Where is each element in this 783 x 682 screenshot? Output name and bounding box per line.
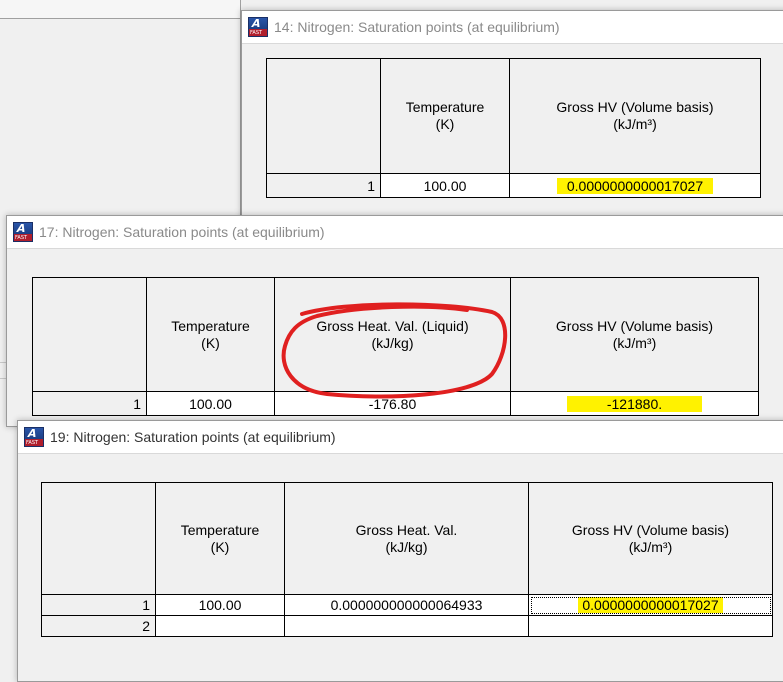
column-header-gross-hv-volume[interactable]: Gross HV (Volume basis) (kJ/m³) bbox=[528, 482, 773, 595]
column-header-line1: Gross Heat. Val. (Liquid) bbox=[316, 317, 469, 334]
row-number[interactable]: 1 bbox=[32, 391, 147, 416]
column-header-line2: (kJ/kg) bbox=[385, 538, 428, 555]
column-header-line1: Gross Heat. Val. bbox=[355, 521, 458, 538]
column-header-gross-heat-val[interactable]: Gross Heat. Val. (kJ/kg) bbox=[284, 482, 529, 595]
table-cell[interactable] bbox=[155, 615, 285, 637]
column-header-line1: Temperature bbox=[171, 317, 250, 334]
table-corner bbox=[32, 277, 147, 392]
column-header-line2: (K) bbox=[210, 538, 230, 555]
table-cell[interactable] bbox=[528, 615, 773, 637]
table-cell[interactable]: -121880. bbox=[510, 391, 759, 416]
table-cell[interactable]: 0.000000000000064933 bbox=[284, 594, 529, 616]
column-header-line2: (K) bbox=[435, 116, 455, 132]
column-header-line2: (kJ/m³) bbox=[612, 334, 657, 351]
column-header-gross-hv-volume[interactable]: Gross HV (Volume basis) (kJ/m³) bbox=[510, 277, 759, 392]
column-header-temperature[interactable]: Temperature (K) bbox=[155, 482, 285, 595]
row-number[interactable]: 1 bbox=[41, 594, 156, 616]
results-table: Temperature (K) Gross Heat. Val. (Liquid… bbox=[32, 277, 759, 416]
window-title: 17: Nitrogen: Saturation points (at equi… bbox=[39, 224, 325, 240]
column-header-line1: Gross HV (Volume basis) bbox=[556, 99, 714, 115]
table-corner bbox=[41, 482, 156, 595]
app-icon: A FAST bbox=[24, 427, 44, 447]
column-header-line1: Gross HV (Volume basis) bbox=[571, 521, 730, 538]
results-table: Temperature (K) Gross HV (Volume basis) … bbox=[266, 58, 761, 198]
highlighted-value: -121880. bbox=[566, 395, 703, 412]
row-number[interactable]: 1 bbox=[266, 173, 381, 198]
highlighted-value: 0.0000000000017027 bbox=[578, 597, 723, 613]
table-cell[interactable] bbox=[284, 615, 529, 637]
column-header-line2: (kJ/m³) bbox=[613, 116, 657, 132]
app-icon: A FAST bbox=[13, 222, 33, 242]
column-header-line1: Gross HV (Volume basis) bbox=[555, 317, 714, 334]
row-number[interactable]: 2 bbox=[41, 615, 156, 637]
window-17-body: Temperature (K) Gross Heat. Val. (Liquid… bbox=[7, 249, 783, 426]
table-cell[interactable]: 0.0000000000017027 bbox=[509, 173, 761, 198]
window-19-body: Temperature (K) Gross Heat. Val. (kJ/kg)… bbox=[18, 454, 783, 681]
background-panel-header bbox=[0, 0, 240, 19]
results-table: Temperature (K) Gross Heat. Val. (kJ/kg)… bbox=[41, 482, 773, 637]
table-cell[interactable]: 100.00 bbox=[155, 594, 285, 616]
app-icon: A FAST bbox=[248, 17, 268, 37]
window-19-titlebar[interactable]: A FAST 19: Nitrogen: Saturation points (a… bbox=[18, 421, 783, 454]
column-header-line2: (K) bbox=[201, 334, 220, 351]
table-cell[interactable]: 100.00 bbox=[380, 173, 510, 198]
column-header-gross-heat-val-liquid[interactable]: Gross Heat. Val. (Liquid) (kJ/kg) bbox=[274, 277, 511, 392]
table-cell[interactable]: 100.00 bbox=[146, 391, 275, 416]
window-17[interactable]: A FAST 17: Nitrogen: Saturation points (a… bbox=[6, 215, 783, 427]
highlighted-value: 0.0000000000017027 bbox=[556, 177, 714, 194]
window-title: 19: Nitrogen: Saturation points (at equi… bbox=[50, 429, 336, 445]
window-title: 14: Nitrogen: Saturation points (at equi… bbox=[274, 19, 560, 35]
window-17-titlebar[interactable]: A FAST 17: Nitrogen: Saturation points (a… bbox=[7, 216, 783, 249]
column-header-line1: Temperature bbox=[405, 99, 485, 115]
window-14-titlebar[interactable]: A FAST 14: Nitrogen: Saturation points (a… bbox=[242, 11, 783, 44]
column-header-temperature[interactable]: Temperature (K) bbox=[380, 58, 510, 174]
column-header-line2: (kJ/m³) bbox=[628, 538, 673, 555]
table-cell-selected[interactable]: 0.0000000000017027 bbox=[528, 594, 773, 616]
window-19[interactable]: A FAST 19: Nitrogen: Saturation points (a… bbox=[17, 420, 783, 682]
column-header-gross-hv-volume[interactable]: Gross HV (Volume basis) (kJ/m³) bbox=[509, 58, 761, 174]
column-header-temperature[interactable]: Temperature (K) bbox=[146, 277, 275, 392]
column-header-line2: (kJ/kg) bbox=[371, 334, 414, 351]
table-corner bbox=[266, 58, 381, 174]
table-cell[interactable]: -176.80 bbox=[274, 391, 511, 416]
column-header-line1: Temperature bbox=[180, 521, 260, 538]
